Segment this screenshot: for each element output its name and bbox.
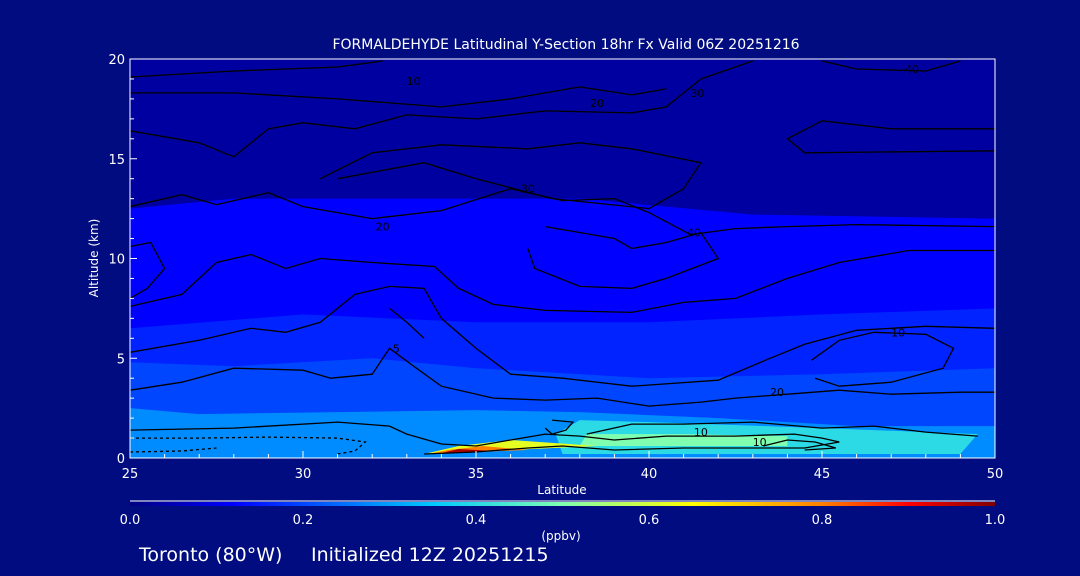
footer-initialized: Initialized 12Z 20251215: [311, 544, 549, 566]
footer-location: Toronto (80°W): [138, 544, 282, 566]
x-tick-label: 25: [122, 467, 139, 482]
colorbar-ticks: 0.0 0.2 0.4 0.6 0.8 1.0: [120, 513, 1006, 528]
x-tick-label: 45: [814, 467, 831, 482]
x-tick-label: 30: [295, 467, 312, 482]
contour-label: 20: [376, 221, 390, 234]
chart: FORMALDEHYDE Latitudinal Y-Section 18hr …: [87, 37, 1006, 566]
colorbar-tick-label: 0.8: [812, 513, 833, 528]
x-tick-label: 35: [468, 467, 485, 482]
contour-label: 30: [521, 183, 535, 196]
contour-label: 20: [770, 386, 784, 399]
y-axis-label: Altitude (km): [87, 219, 101, 298]
contour-label: 10: [753, 436, 767, 449]
colorbar-tick-label: 0.6: [639, 513, 660, 528]
contour-label: 20: [590, 97, 604, 110]
y-tick-label: 15: [108, 153, 125, 168]
contour-label: 40: [905, 63, 919, 76]
colorbar-tick-label: 1.0: [985, 513, 1006, 528]
y-tick-label: 5: [117, 352, 125, 367]
colorbar-tick-label: 0.4: [466, 513, 487, 528]
y-tick-label: 10: [108, 253, 125, 268]
contour-label: 30: [690, 87, 704, 100]
chart-title: FORMALDEHYDE Latitudinal Y-Section 18hr …: [332, 37, 799, 53]
colorbar: [130, 500, 995, 506]
contour-label: 40: [687, 227, 701, 240]
x-tick-label: 40: [641, 467, 658, 482]
colorbar-units: (ppbv): [541, 529, 580, 543]
contour-label: 10: [407, 75, 421, 88]
y-tick-label: 0: [117, 452, 125, 467]
contour-label: 10: [694, 426, 708, 439]
x-tick-label: 50: [987, 467, 1004, 482]
colorbar-tick-label: 0.2: [293, 513, 314, 528]
contour-label: 10: [891, 326, 905, 339]
colorbar-gradient: [130, 502, 995, 506]
contour-label: 5: [393, 342, 400, 355]
colorbar-tick-label: 0.0: [120, 513, 141, 528]
y-tick-label: 20: [108, 53, 125, 68]
x-axis-label: Latitude: [537, 483, 586, 497]
